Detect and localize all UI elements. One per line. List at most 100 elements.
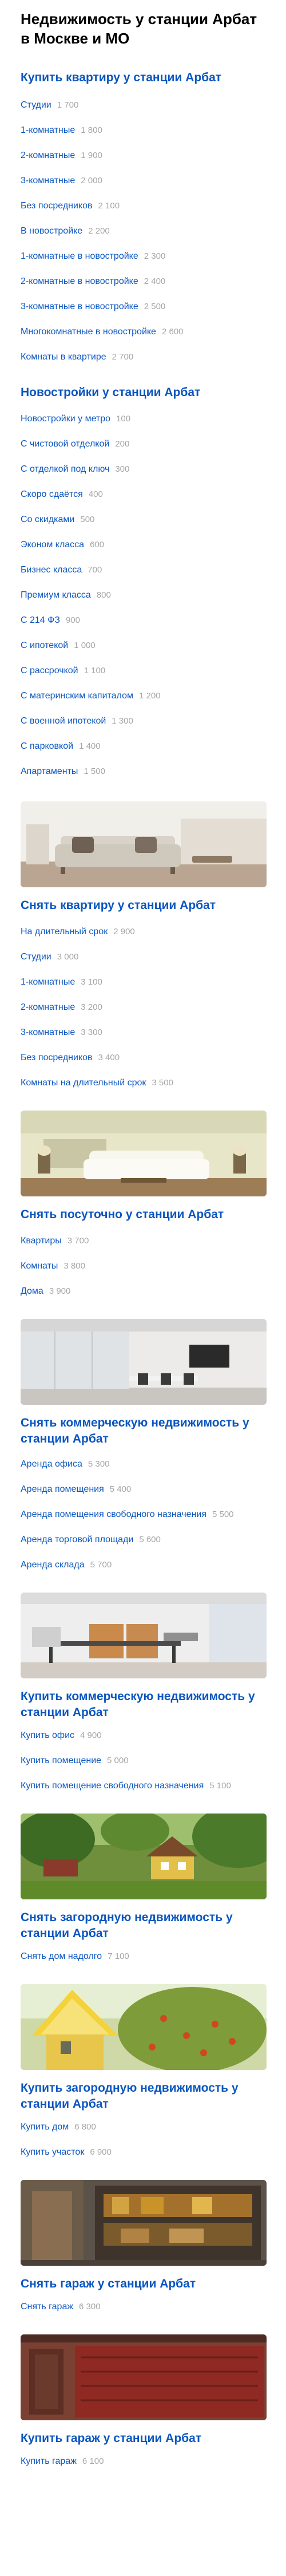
list-count: 4 900 xyxy=(80,1730,102,1740)
list-link[interactable]: Эконом класса xyxy=(21,540,84,550)
yellow-house-rowan-photo[interactable] xyxy=(21,1984,267,2070)
list-item: Студии 1 700 xyxy=(21,93,265,118)
list-link[interactable]: Комнаты xyxy=(21,1261,58,1271)
list-link[interactable]: 3-комнатные xyxy=(21,176,75,185)
list-count: 700 xyxy=(88,565,102,575)
list-link[interactable]: Новостройки у метро xyxy=(21,414,110,424)
list-link[interactable]: Купить гараж xyxy=(21,2456,77,2466)
section-title-link[interactable]: Купить загородную недвижимость у станции… xyxy=(21,2081,239,2111)
list-link[interactable]: С парковкой xyxy=(21,741,73,751)
list-link[interactable]: Аренда офиса xyxy=(21,1459,82,1469)
office-meeting-room-photo[interactable] xyxy=(21,1319,267,1405)
section-title[interactable]: Купить загородную недвижимость у станции… xyxy=(21,2080,265,2112)
list-item: Эконом класса 600 xyxy=(21,532,265,558)
list-link[interactable]: Студии xyxy=(21,100,51,110)
list-link[interactable]: Купить офис xyxy=(21,1730,74,1740)
list-link[interactable]: Аренда склада xyxy=(21,1560,85,1570)
list-link[interactable]: С 214 ФЗ xyxy=(21,615,60,625)
section-title-link[interactable]: Снять гараж у станции Арбат xyxy=(21,2277,196,2290)
list-count: 2 300 xyxy=(144,251,166,261)
list-count: 2 500 xyxy=(144,302,166,311)
list-link[interactable]: Со скидками xyxy=(21,515,74,524)
list-count: 3 800 xyxy=(63,1261,85,1271)
list-link[interactable]: Снять дом надолго xyxy=(21,1951,102,1961)
list-link[interactable]: Купить дом xyxy=(21,2122,69,2132)
list-count: 3 100 xyxy=(81,977,102,987)
list-count: 5 000 xyxy=(107,1756,129,1765)
list-link[interactable]: Купить помещение свободного назначения xyxy=(21,1781,204,1791)
section-title-link[interactable]: Купить коммерческую недвижимость у станц… xyxy=(21,1690,255,1719)
section-daily-rent: Снять посуточно у станции Арбат Квартиры… xyxy=(21,1111,267,1304)
list-link[interactable]: Аренда помещения свободного назначения xyxy=(21,1510,206,1519)
section-title-link[interactable]: Снять посуточно у станции Арбат xyxy=(21,1208,224,1221)
list-link[interactable]: Апартаменты xyxy=(21,767,78,776)
list-link[interactable]: С военной ипотекой xyxy=(21,716,106,726)
list-count: 3 200 xyxy=(81,1002,102,1012)
office-desk-photo[interactable] xyxy=(21,1593,267,1678)
list-item: Апартаменты 1 500 xyxy=(21,759,265,784)
sofa-living-room-photo[interactable] xyxy=(21,801,267,887)
list-link[interactable]: На длительный срок xyxy=(21,927,108,937)
list-item: Скоро сдаётся 400 xyxy=(21,482,265,507)
list-link[interactable]: Снять гараж xyxy=(21,2302,73,2312)
list-link[interactable]: 1-комнатные в новостройке xyxy=(21,251,138,261)
section-title-link[interactable]: Снять коммерческую недвижимость у станци… xyxy=(21,1416,249,1445)
white-sofa-room-photo[interactable] xyxy=(21,1111,267,1196)
section-title-link[interactable]: Снять квартиру у станции Арбат xyxy=(21,899,216,912)
list-item: 1-комнатные 3 100 xyxy=(21,970,265,995)
list-link[interactable]: В новостройке xyxy=(21,226,82,236)
list-link[interactable]: С отделкой под ключ xyxy=(21,464,109,474)
section-title[interactable]: Снять коммерческую недвижимость у станци… xyxy=(21,1415,265,1447)
section-title[interactable]: Купить квартиру у станции Арбат xyxy=(21,70,265,86)
section-title[interactable]: Снять квартиру у станции Арбат xyxy=(21,898,265,914)
list-count: 5 400 xyxy=(109,1484,132,1494)
list-link[interactable]: Скоро сдаётся xyxy=(21,489,83,499)
section-title[interactable]: Новостройки у станции Арбат xyxy=(21,385,265,401)
list-link[interactable]: 2-комнатные xyxy=(21,151,75,160)
garage-door-photo[interactable] xyxy=(21,2334,267,2420)
list-link[interactable]: Многокомнатные в новостройке xyxy=(21,327,156,337)
list-count: 2 900 xyxy=(113,927,135,937)
list-count: 300 xyxy=(115,464,130,474)
section-title-link[interactable]: Новостройки у станции Арбат xyxy=(21,386,200,399)
list-link[interactable]: С ипотекой xyxy=(21,641,68,650)
list-link[interactable]: Без посредников xyxy=(21,201,93,211)
section-title[interactable]: Снять загородную недвижимость у станции … xyxy=(21,1910,265,1942)
list-item: С материнским капиталом 1 200 xyxy=(21,683,265,709)
list-link[interactable]: Квартиры xyxy=(21,1236,62,1246)
section-title[interactable]: Снять посуточно у станции Арбат xyxy=(21,1207,265,1223)
country-house-photo[interactable] xyxy=(21,1814,267,1899)
list-item: Аренда склада 5 700 xyxy=(21,1552,265,1578)
list-link[interactable]: Дома xyxy=(21,1286,43,1296)
list-link[interactable]: Премиум класса xyxy=(21,590,91,600)
list-link[interactable]: С рассрочкой xyxy=(21,666,78,675)
section-title[interactable]: Снять гараж у станции Арбат xyxy=(21,2276,265,2292)
list-link[interactable]: С чистовой отделкой xyxy=(21,439,109,449)
section-title-link[interactable]: Снять загородную недвижимость у станции … xyxy=(21,1911,233,1940)
section-title-link[interactable]: Купить квартиру у станции Арбат xyxy=(21,71,221,84)
list-item: С отделкой под ключ 300 xyxy=(21,457,265,482)
list-link[interactable]: Студии xyxy=(21,952,51,962)
section-title[interactable]: Купить коммерческую недвижимость у станц… xyxy=(21,1689,265,1721)
list-link[interactable]: Аренда торговой площади xyxy=(21,1535,133,1544)
list-link[interactable]: 3-комнатные xyxy=(21,1028,75,1037)
garage-interior-photo[interactable] xyxy=(21,2180,267,2266)
list-link[interactable]: Бизнес класса xyxy=(21,565,82,575)
list-link[interactable]: 1-комнатные xyxy=(21,977,75,987)
page-title: Недвижимость у станции Арбат в Москве и … xyxy=(21,10,257,47)
list-link[interactable]: Аренда помещения xyxy=(21,1484,104,1494)
list-link[interactable]: С материнским капиталом xyxy=(21,691,133,701)
list-link[interactable]: Купить помещение xyxy=(21,1756,101,1765)
list-link[interactable]: Без посредников xyxy=(21,1053,93,1062)
list-link[interactable]: 2-комнатные xyxy=(21,1002,75,1012)
link-list: Купить дом 6 800 Купить участок 6 900 xyxy=(21,2115,265,2165)
list-link[interactable]: Комнаты на длительный срок xyxy=(21,1078,146,1088)
list-link[interactable]: Купить участок xyxy=(21,2147,84,2157)
list-link[interactable]: 3-комнатные в новостройке xyxy=(21,302,138,311)
list-link[interactable]: 1-комнатные xyxy=(21,125,75,135)
list-link[interactable]: Комнаты в квартире xyxy=(21,352,106,362)
section-title-link[interactable]: Купить гараж у станции Арбат xyxy=(21,2432,201,2445)
list-link[interactable]: 2-комнатные в новостройке xyxy=(21,276,138,286)
list-count: 100 xyxy=(116,414,131,424)
section-title[interactable]: Купить гараж у станции Арбат xyxy=(21,2431,265,2447)
